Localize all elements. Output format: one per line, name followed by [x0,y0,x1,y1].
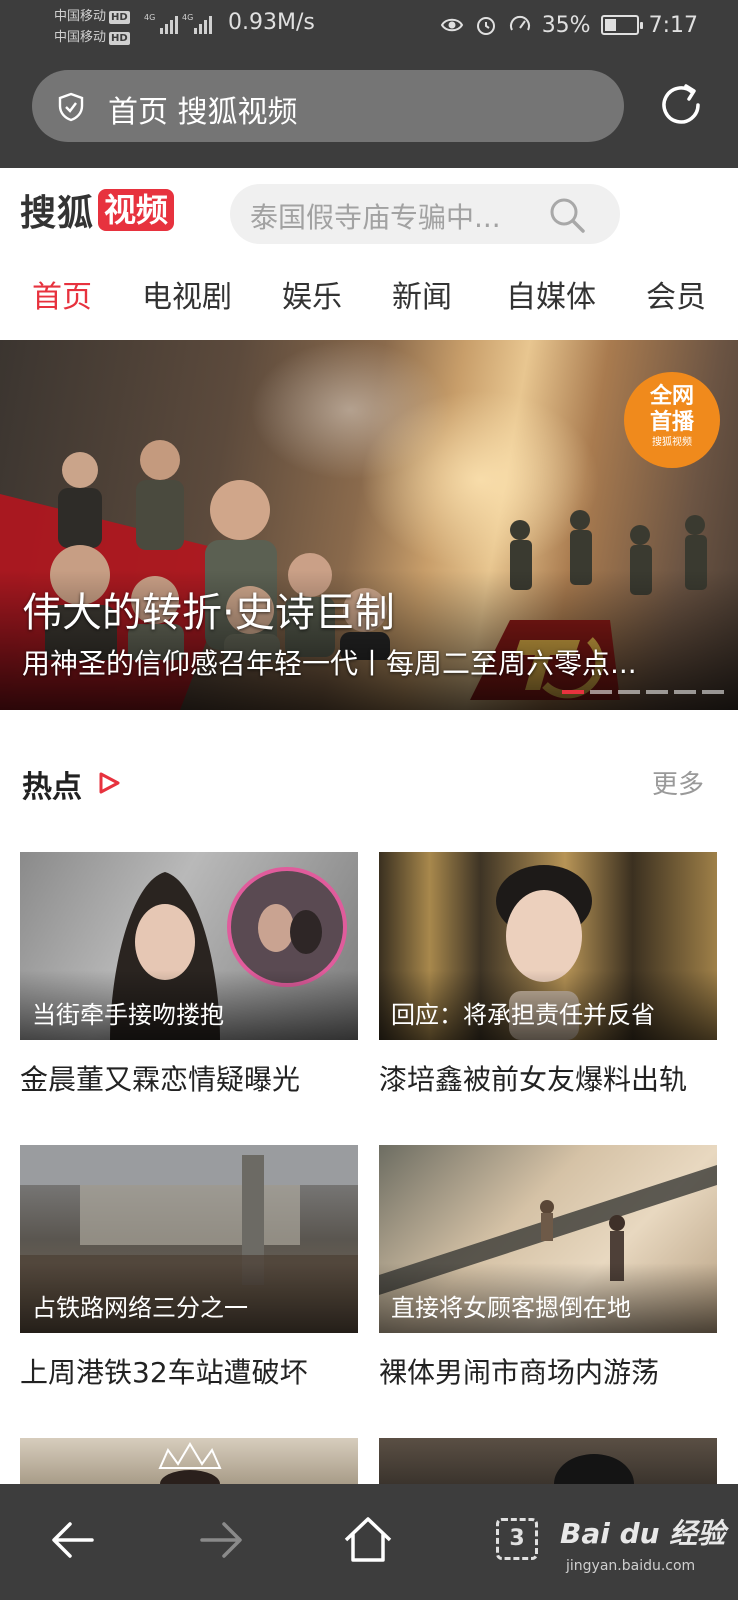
back-arrow-icon[interactable] [44,1510,104,1570]
carousel-dot[interactable] [618,690,640,694]
clock: 7:17 [648,12,698,38]
video-card[interactable]: 直接将女顾客摁倒在地 裸体男闹市商场内游荡 [379,1145,717,1389]
video-thumbnail[interactable]: 当街牵手接吻搂抱 [20,852,358,1040]
status-bar: 中国移动 HD 中国移动 HD 4G 4G 0.93M/s 35% 7:17 [0,0,738,52]
badge-line-2: 首播 [649,410,694,435]
thumbnail-caption: 直接将女顾客摁倒在地 [391,1294,631,1322]
carousel-dot[interactable] [562,690,584,694]
carrier-1-label: 中国移动 [54,9,107,24]
tab-membership[interactable]: 会员 [646,272,706,316]
video-card[interactable]: 占铁路网络三分之一 上周港铁32车站遭破坏 [20,1145,358,1389]
carousel-dot[interactable] [590,690,612,694]
thumbnail-portrait [554,1454,634,1484]
video-thumbnail[interactable]: 直接将女顾客摁倒在地 [379,1145,717,1333]
premiere-badge: 全网 首播 搜狐视频 [624,372,720,468]
video-thumbnail[interactable] [20,1438,358,1484]
tab-home[interactable]: 首页 [32,272,92,316]
carousel-dot[interactable] [674,690,696,694]
play-triangle-icon [99,772,120,794]
category-tabs: 首页 电视剧 娱乐 新闻 自媒体 会员 [0,272,738,330]
watermark-brand: Bai du 经验 [560,1517,726,1550]
network-type-label-2: 4G [182,13,193,22]
badge-line-1: 全网 [649,384,694,409]
search-input[interactable]: 泰国假寺庙专骗中... [230,184,620,244]
more-link[interactable]: 更多 [652,764,704,801]
status-icons: 35% 7:17 [440,10,698,40]
video-card[interactable]: 当街牵手接吻搂抱 金晨董又霖恋情疑曝光 [20,852,358,1096]
hd-badge-2: HD [109,32,130,45]
banner-title: 伟大的转折·史诗巨制 [22,590,395,636]
sohu-video-logo[interactable]: 搜狐 视频 [20,188,175,234]
watermark-url: jingyan.baidu.com [566,1558,696,1574]
video-title[interactable]: 上周港铁32车站遭破坏 [20,1351,308,1391]
alarm-icon [476,17,495,35]
carousel-dot[interactable] [702,690,724,694]
video-title[interactable]: 裸体男闹市商场内游荡 [379,1351,659,1391]
network-type-label: 4G [144,13,155,22]
badge-line-3: 搜狐视频 [652,437,692,448]
thumbnail-caption: 占铁路网络三分之一 [32,1294,248,1322]
thumbnail-caption: 当街牵手接吻搂抱 [32,1001,224,1029]
tab-we-media[interactable]: 自媒体 [506,272,596,316]
logo-text-sohu: 搜狐 [20,193,95,234]
search-placeholder: 泰国假寺庙专骗中... [250,201,501,234]
browser-bottom-nav: 3 Bai du 经验 jingyan.baidu.com [0,1484,738,1600]
video-card[interactable] [379,1438,717,1484]
video-thumbnail[interactable]: 回应：将承担责任并反省 [379,852,717,1040]
tiara-icon [158,1442,222,1484]
banner-subtitle: 用神圣的信仰感召年轻一代丨每周二至周六零点... [22,647,637,680]
hd-badge: HD [109,11,130,24]
carrier-info: 中国移动 HD 中国移动 HD [54,6,130,48]
tab-news[interactable]: 新闻 [392,272,452,316]
address-text: 首页 搜狐视频 [108,95,298,130]
search-icon[interactable] [546,194,588,236]
battery-fill [604,19,616,31]
video-card[interactable]: 回应：将承担责任并反省 漆培鑫被前女友爆料出轨 [379,852,717,1096]
page: 中国移动 HD 中国移动 HD 4G 4G 0.93M/s 35% 7:17 首… [0,0,738,1600]
battery-icon [600,15,643,35]
tab-tv-series[interactable]: 电视剧 [142,272,232,316]
video-title[interactable]: 漆培鑫被前女友爆料出轨 [379,1058,687,1098]
browser-toolbar: 首页 搜狐视频 [0,52,738,168]
signal-icon: 4G 4G [144,13,212,34]
forward-arrow-icon[interactable] [190,1510,250,1570]
video-thumbnail[interactable] [379,1438,717,1484]
battery-percent: 35% [541,12,591,38]
video-title[interactable]: 金晨董又霖恋情疑曝光 [20,1058,300,1098]
carousel-dot[interactable] [646,690,668,694]
carrier-2-label: 中国移动 [54,30,107,45]
address-bar[interactable]: 首页 搜狐视频 [32,70,624,142]
hot-section-header: 热点 更多 [22,762,716,805]
hero-banner[interactable]: 全网 首播 搜狐视频 伟大的转折·史诗巨制 用神圣的信仰感召年轻一代丨每周二至周… [0,340,738,710]
thumbnail-caption: 回应：将承担责任并反省 [391,1001,655,1029]
reload-icon[interactable] [656,80,706,130]
baidu-jingyan-watermark: Bai du 经验 jingyan.baidu.com [560,1512,726,1574]
network-speed: 0.93M/s [228,10,315,35]
home-icon[interactable] [338,1510,398,1570]
tabs-count-button[interactable]: 3 [496,1518,538,1560]
tab-entertainment[interactable]: 娱乐 [282,272,342,316]
shield-check-icon [58,92,84,122]
eye-icon [440,18,463,32]
video-card[interactable] [20,1438,358,1484]
site-header: 搜狐 视频 泰国假寺庙专骗中... [0,168,738,248]
speedometer-icon [509,15,530,31]
carousel-indicator [562,690,724,694]
logo-text-video: 视频 [98,189,175,231]
section-title: 热点 [22,770,82,805]
video-thumbnail[interactable]: 占铁路网络三分之一 [20,1145,358,1333]
